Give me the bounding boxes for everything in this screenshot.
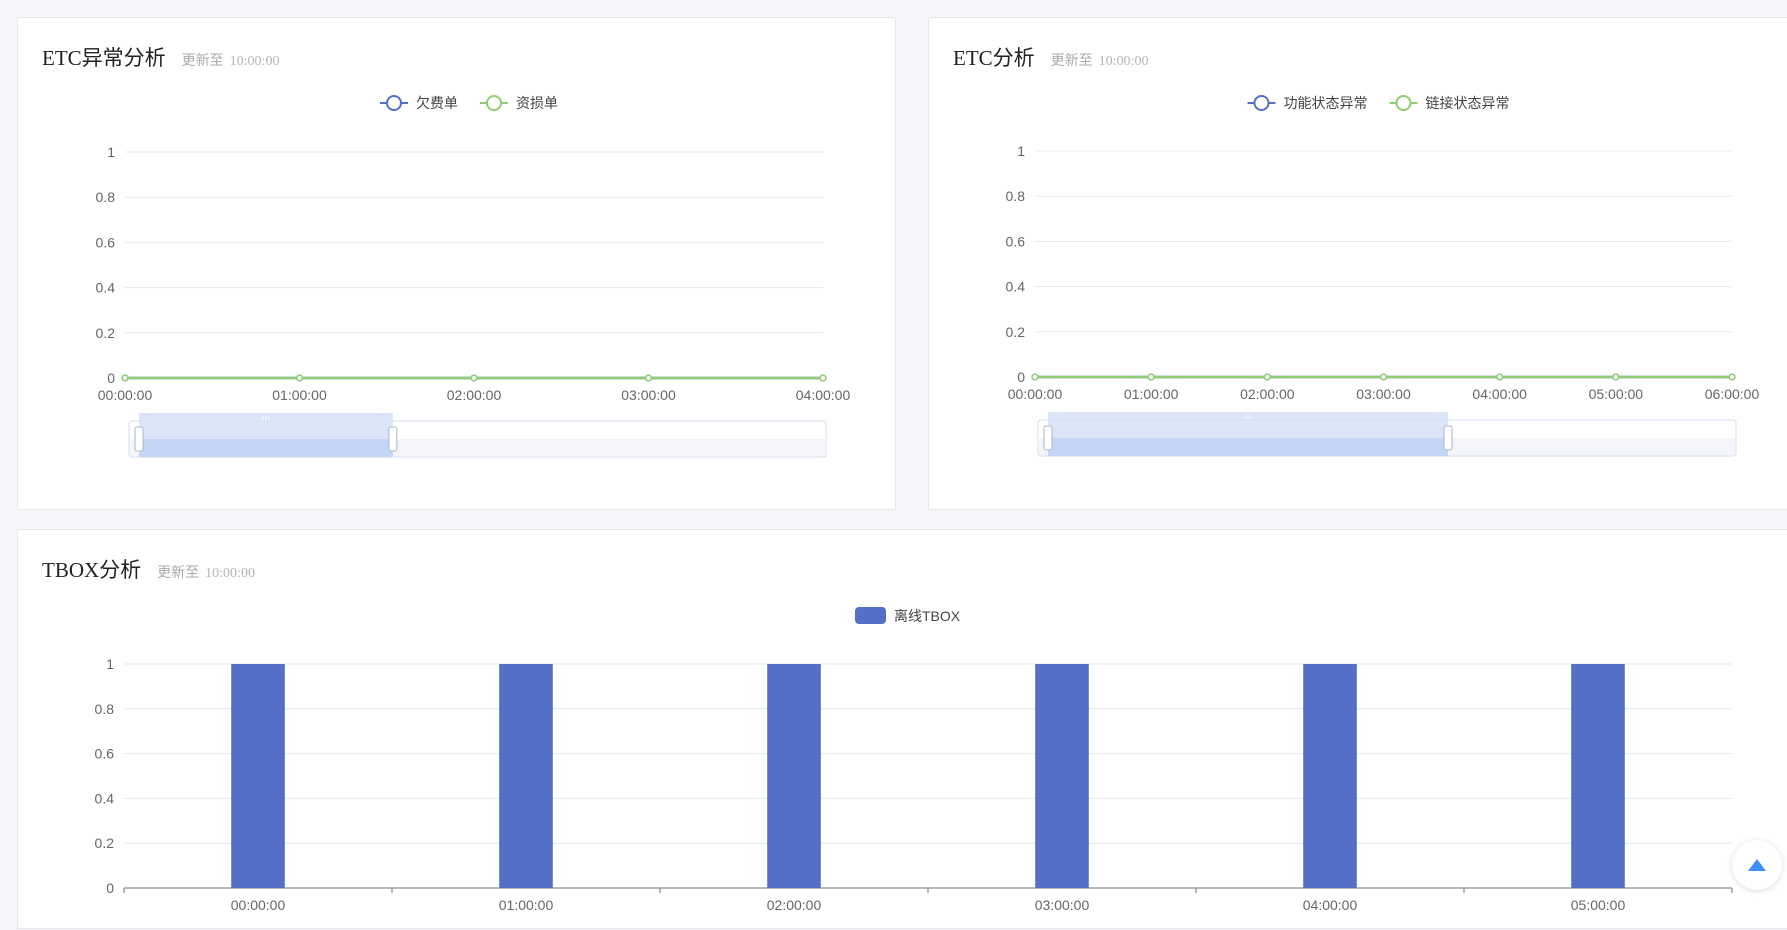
datazoom-handle-left[interactable] [134,426,144,452]
data-point [121,374,129,382]
x-tick-label: 02:00:00 [767,897,822,913]
y-tick-label: 0.4 [95,790,115,806]
bar [1571,664,1625,888]
x-tick-label: 00:00:00 [231,897,286,913]
y-tick-label: 1 [106,656,114,672]
x-tick-label: 04:00:00 [1472,386,1527,402]
y-tick-label: 0 [1017,369,1025,385]
datazoom-handle-left[interactable] [1043,425,1053,451]
y-tick-label: 0.8 [96,189,116,205]
triangle-up-icon [1748,859,1766,871]
x-tick-label: 02:00:00 [447,387,502,403]
y-tick-label: 0.6 [1006,233,1026,249]
data-point [1612,373,1620,381]
x-tick-label: 03:00:00 [1356,386,1411,402]
legend-swatch [855,607,886,624]
bar [1035,664,1089,888]
bar [767,664,821,888]
y-tick-label: 0.2 [96,325,116,341]
y-tick-label: 0.8 [1006,188,1026,204]
legend-label-0: 功能状态异常 [1284,95,1368,111]
x-tick-label: 03:00:00 [621,387,676,403]
x-tick-label: 00:00:00 [1008,386,1063,402]
x-tick-label: 04:00:00 [796,387,851,403]
back-to-top-button[interactable] [1732,840,1782,890]
etc-anomaly-chart: 欠费单 资损单 0 0.2 0.4 0.6 0.8 1 00:00:00 01:00:00 02:0… [96,95,851,458]
data-point [819,374,827,382]
legend-marker-1 [1395,95,1412,111]
y-tick-label: 0 [106,880,114,896]
datazoom-handle-right[interactable] [388,426,398,452]
y-tick-label: 1 [107,144,115,160]
legend-marker-1 [486,95,502,111]
y-tick-label: 0.8 [95,701,115,717]
datazoom-selection-fill [1048,438,1449,456]
data-point [295,374,304,382]
data-point [470,374,478,382]
legend-marker-0 [1253,95,1270,111]
x-tick-label: 01:00:00 [1124,386,1179,402]
data-point [1031,373,1039,381]
x-tick-label: 05:00:00 [1571,897,1626,913]
x-tick-label: 04:00:00 [1303,897,1358,913]
legend-label-0: 欠费单 [416,95,458,111]
data-point [1147,373,1155,381]
datazoom-selection-fill [139,439,393,457]
y-tick-label: 0.6 [95,746,115,762]
tbox-analysis-chart: 离线TBOX 0 0.2 0.4 0.6 0.8 1 00:00:00 01:00:00 02:0… [95,607,1733,913]
legend-label: 离线TBOX [894,608,961,624]
x-tick-label: 01:00:00 [499,897,554,913]
etc-analysis-chart: 功能状态异常 链接状态异常 0 0.2 0.4 0.6 0.8 1 00:00:00 01:00:… [1006,95,1760,457]
y-tick-label: 1 [1017,143,1025,159]
y-tick-label: 0 [107,370,115,386]
y-tick-label: 0.2 [1006,324,1026,340]
x-tick-label: 00:00:00 [98,387,153,403]
x-tick-label: 05:00:00 [1589,386,1644,402]
datazoom-handle-right[interactable] [1443,425,1453,451]
y-tick-label: 0.4 [1006,279,1026,295]
y-tick-label: 0.4 [96,280,116,296]
y-tick-label: 0.6 [96,234,116,250]
etc-analysis-card: ETC分析 更新至 10:00:00 功能状态异常 链接状态异常 0 0.2 0.4 0.6… [928,17,1787,510]
data-point [1379,373,1388,381]
etc-anomaly-card: ETC异常分析 更新至 10:00:00 欠费单 资损单 0 0.2 0.4 0.6 0.8 1… [17,17,896,510]
x-tick-label: 03:00:00 [1035,897,1090,913]
data-point [644,374,653,382]
legend-marker-0 [386,95,402,111]
data-point [1496,373,1504,381]
data-point [1263,373,1271,381]
x-tick-label: 02:00:00 [1240,386,1295,402]
y-tick-label: 0.2 [95,835,115,851]
bar [1303,664,1357,888]
bar [231,664,285,888]
legend-label-1: 链接状态异常 [1426,95,1510,111]
tbox-analysis-card: TBOX分析 更新至 10:00:00 离线TBOX 0 0.2 0.4 0.6 0.8 1 0… [17,529,1787,929]
x-tick-label: 01:00:00 [272,387,327,403]
data-point [1728,373,1736,381]
legend-label-1: 资损单 [516,95,558,111]
x-tick-label: 06:00:00 [1705,386,1760,402]
bar [499,664,553,888]
